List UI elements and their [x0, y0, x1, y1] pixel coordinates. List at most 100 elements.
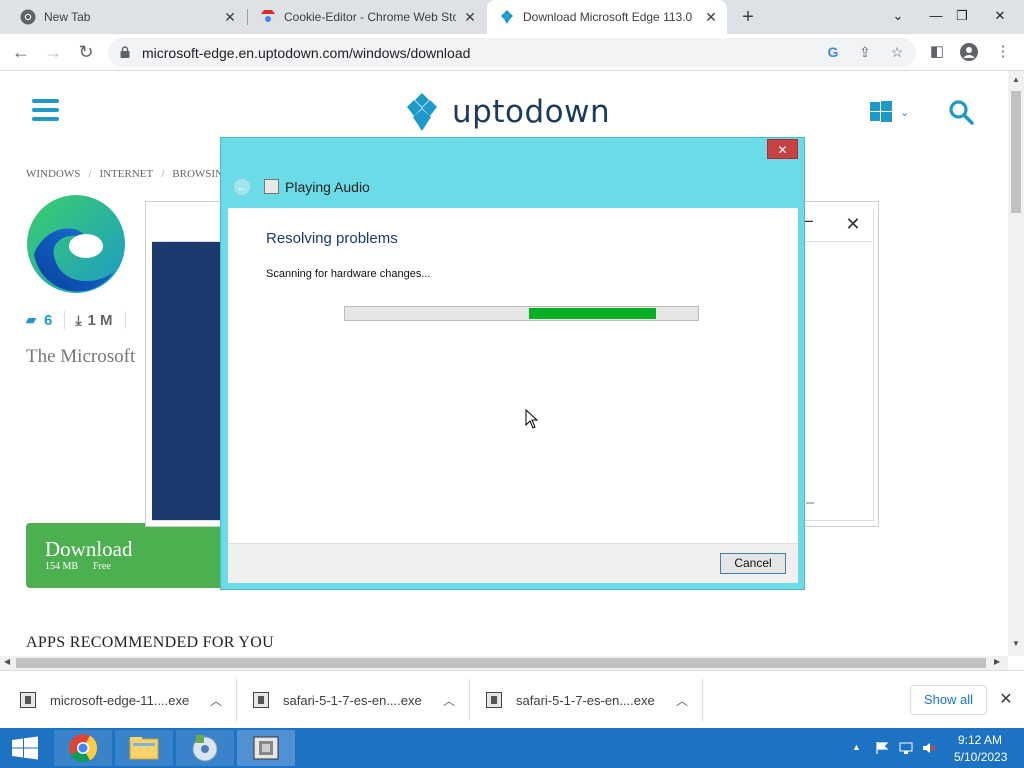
comments-count[interactable]: 6 — [44, 312, 52, 329]
mouse-cursor-icon — [525, 409, 539, 429]
download-item[interactable]: microsoft-edge-11....exe ︿ — [20, 679, 222, 721]
taskbar-file-explorer[interactable] — [115, 730, 173, 766]
clock-time[interactable]: 9:12 AM — [958, 733, 1002, 747]
troubleshooter-dialog: ✕ ← Playing Audio Resolving problems Sca… — [220, 137, 805, 590]
taskbar-media-app[interactable] — [176, 730, 234, 766]
platform-selector[interactable]: ⌄ — [870, 101, 909, 123]
tab-cookie-editor[interactable]: Cookie-Editor - Chrome Web Sto ✕ — [248, 0, 486, 34]
download-count-icon: ⤓ — [75, 311, 82, 328]
webstore-icon — [261, 10, 275, 24]
folder-icon — [129, 737, 159, 760]
scroll-down-arrow-icon[interactable]: ▼ — [1011, 639, 1021, 648]
breadcrumb: WINDOWS / INTERNET / BROWSING — [26, 168, 231, 180]
download-filename: safari-5-1-7-es-en....exe — [516, 692, 655, 708]
recommended-heading: APPS RECOMMENDED FOR YOU — [26, 634, 274, 651]
dialog-body: Resolving problems Scanning for hardware… — [228, 208, 798, 543]
site-logo[interactable]: uptodown — [402, 93, 610, 131]
start-windows-icon[interactable] — [0, 728, 52, 768]
dialog-footer: Cancel — [228, 543, 798, 583]
downloads-count: 1 M — [87, 311, 113, 329]
chevron-up-icon[interactable]: ︿ — [210, 692, 222, 709]
download-item[interactable]: safari-5-1-7-es-en....exe ︿ — [486, 679, 688, 721]
download-filename: microsoft-edge-11....exe — [50, 692, 190, 708]
google-translate-icon[interactable]: G — [824, 43, 842, 61]
chrome-icon — [69, 734, 98, 763]
popup-image — [152, 242, 222, 521]
tab-title: Download Microsoft Edge 113.0 — [523, 10, 693, 24]
uptodown-logo-icon — [407, 93, 437, 131]
volume-muted-icon[interactable] — [922, 741, 936, 755]
tab-new-tab[interactable]: New Tab ✕ — [8, 0, 246, 34]
horizontal-scrollbar[interactable]: ◀ ▶ — [0, 656, 1008, 670]
download-item[interactable]: safari-5-1-7-es-en....exe ︿ — [253, 679, 455, 721]
tab-title: New Tab — [44, 10, 91, 24]
file-icon — [20, 692, 36, 708]
tab-close-icon[interactable]: ✕ — [703, 9, 719, 25]
windows-icon — [870, 101, 892, 122]
logo-text: uptodown — [452, 94, 611, 130]
tray-overflow-icon[interactable]: ▲ — [852, 742, 861, 752]
downloads-close-icon[interactable]: ✕ — [998, 689, 1014, 709]
share-icon[interactable]: ⇪ — [856, 43, 874, 61]
tab-search-icon[interactable]: ⌄ — [888, 6, 908, 26]
tab-title: Cookie-Editor - Chrome Web Sto — [284, 10, 456, 24]
lock-icon[interactable] — [120, 46, 130, 58]
downloads-bar: microsoft-edge-11....exe ︿ safari-5-1-7-… — [0, 670, 1024, 728]
progress-bar — [344, 306, 699, 321]
popup-handle — [806, 502, 814, 504]
media-player-icon — [192, 735, 218, 762]
show-all-button[interactable]: Show all — [910, 685, 987, 715]
forward-icon[interactable]: → — [41, 40, 65, 64]
chevron-up-icon[interactable]: ︿ — [676, 692, 688, 709]
action-center-flag-icon[interactable] — [875, 741, 889, 755]
scroll-left-arrow-icon[interactable]: ◀ — [4, 657, 10, 666]
profile-icon[interactable] — [958, 41, 980, 63]
network-icon[interactable] — [899, 741, 913, 755]
chevron-up-icon[interactable]: ︿ — [443, 692, 455, 709]
window-close-icon[interactable]: ✕ — [990, 6, 1010, 26]
restore-icon[interactable]: ❐ — [952, 6, 972, 26]
cancel-button[interactable]: Cancel — [720, 553, 786, 574]
dialog-status-text: Scanning for hardware changes... — [266, 268, 431, 280]
popup-close-icon[interactable]: ✕ — [843, 214, 863, 235]
menu-kebab-icon[interactable]: ⋮ — [992, 41, 1014, 63]
vertical-scrollbar[interactable]: ▲ ▼ — [1008, 71, 1024, 656]
download-filename: safari-5-1-7-es-en....exe — [283, 692, 422, 708]
chrome-icon — [20, 9, 36, 25]
scrollbar-thumb[interactable] — [1011, 91, 1021, 213]
hamburger-menu-icon[interactable] — [32, 99, 59, 121]
dialog-close-button[interactable]: ✕ — [767, 139, 798, 159]
file-icon — [486, 692, 502, 708]
dialog-heading: Resolving problems — [266, 230, 398, 247]
side-panel-icon[interactable]: ◧ — [926, 41, 948, 63]
tab-close-icon[interactable]: ✕ — [222, 9, 238, 25]
back-icon[interactable]: ← — [9, 40, 33, 64]
clock-date[interactable]: 5/10/2023 — [954, 750, 1007, 764]
taskbar-chrome[interactable] — [54, 730, 112, 766]
uptodown-icon — [501, 10, 513, 24]
back-arrow-icon[interactable]: ← — [233, 178, 251, 196]
scroll-right-arrow-icon[interactable]: ▶ — [994, 657, 1000, 666]
breadcrumb-item[interactable]: WINDOWS — [26, 168, 80, 180]
bookmark-star-icon[interactable]: ☆ — [888, 43, 906, 61]
tab-strip: New Tab ✕ Cookie-Editor - Chrome Web Sto… — [0, 0, 1024, 34]
taskbar: ▲ 9:12 AM 5/10/2023 — [0, 728, 1024, 768]
url-text[interactable]: microsoft-edge.en.uptodown.com/windows/d… — [142, 45, 470, 61]
address-bar[interactable]: microsoft-edge.en.uptodown.com/windows/d… — [108, 38, 916, 67]
reload-icon[interactable]: ↻ — [74, 40, 98, 64]
troubleshooter-icon — [264, 179, 279, 194]
download-button[interactable]: Download 154 MB Free — [26, 523, 226, 588]
new-tab-button[interactable]: + — [737, 6, 759, 28]
troubleshooter-icon — [253, 736, 279, 760]
download-label: Download — [45, 537, 133, 561]
scroll-up-arrow-icon[interactable]: ▲ — [1011, 75, 1021, 84]
file-icon — [253, 692, 269, 708]
tab-close-icon[interactable]: ✕ — [462, 9, 478, 25]
scrollbar-thumb[interactable] — [16, 658, 986, 668]
breadcrumb-item[interactable]: INTERNET — [99, 168, 153, 180]
tab-download-edge[interactable]: Download Microsoft Edge 113.0 ✕ — [487, 0, 727, 34]
search-icon[interactable] — [948, 99, 974, 125]
minimize-icon[interactable]: — — [926, 6, 946, 26]
app-description: The Microsoft — [26, 346, 136, 367]
taskbar-troubleshooter[interactable] — [237, 730, 295, 766]
